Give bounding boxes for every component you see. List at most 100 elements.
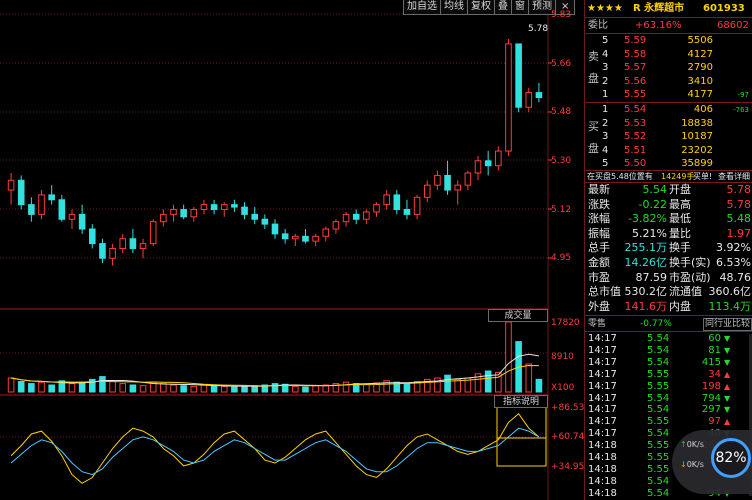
buy-level-2[interactable]: 2 5.53 18838 — [585, 117, 752, 131]
candle-body — [261, 218, 269, 225]
stock-name[interactable]: R 永辉超市 — [633, 2, 684, 16]
up-arrow-icon: ▲ — [724, 369, 731, 379]
level-price: 5.54 — [624, 104, 647, 115]
buy-level-3[interactable]: 3 5.52 10187 — [585, 130, 752, 144]
tick-row[interactable]: 14:17 5.54 415 ▼ — [585, 357, 752, 369]
download-speed: ↓0K/s — [680, 460, 704, 469]
tick-volume: 198 — [701, 380, 721, 392]
quote-label: 振幅 — [588, 226, 610, 240]
tick-volume: 60 — [708, 333, 721, 344]
add-watchlist-button[interactable]: 加自选 — [403, 0, 441, 15]
candle-body — [535, 92, 543, 98]
tick-row[interactable]: 14:17 5.55 97 ▲ — [585, 416, 752, 428]
level-price: 5.55 — [624, 89, 647, 101]
download-speed-value: 0K/s — [686, 460, 704, 469]
quote-label: 内盘 — [669, 299, 691, 313]
candle-body — [342, 213, 350, 223]
tick-time: 14:17 — [588, 392, 617, 404]
level-price: 5.51 — [624, 144, 647, 156]
tick-row[interactable]: 14:17 5.54 60 ▼ — [585, 333, 752, 345]
sell-level-5[interactable]: 5 5.59 5506 — [585, 34, 752, 48]
indicator-tick: +34.95 — [551, 462, 585, 472]
volume-bar — [444, 374, 451, 393]
tick-time: 14:18 — [588, 475, 617, 487]
tick-row[interactable]: 14:17 5.54 81 ▼ — [585, 345, 752, 357]
window-button[interactable]: 窗 — [511, 0, 529, 15]
memory-usage-indicator[interactable]: 82% — [711, 438, 751, 478]
volume-bar — [210, 385, 218, 393]
volume-bar — [220, 385, 228, 393]
tick-time: 14:17 — [588, 416, 617, 428]
volume-bar — [170, 384, 177, 393]
overlay-button[interactable]: 叠 — [494, 0, 512, 15]
down-arrow-icon: ▼ — [724, 345, 731, 355]
candle-body — [129, 238, 137, 249]
level-number: 2 — [602, 117, 609, 129]
level-volume: 4177 — [687, 89, 713, 101]
level-volume: 10187 — [681, 131, 713, 143]
volume-tab[interactable]: 成交量 — [488, 309, 548, 322]
kline-chart[interactable] — [0, 0, 584, 500]
candle-body — [292, 235, 299, 240]
quote-row: 外盘 141.6万 内盘 113.4万 — [585, 300, 752, 314]
candle-body — [38, 194, 45, 215]
quote-value: 255.1万 — [624, 241, 668, 255]
volume-bar — [200, 384, 208, 393]
volume-bar — [119, 383, 127, 393]
quote-row: 金额 14.26亿 换手(实) 6.53% — [585, 256, 752, 270]
adjust-price-button[interactable]: 复权 — [467, 0, 495, 15]
indicator-tick: +60.74 — [551, 432, 585, 442]
sell-level-3[interactable]: 3 5.57 2790 — [585, 61, 752, 75]
volume-bar — [48, 384, 55, 393]
volume-bar — [38, 381, 45, 393]
quote-value: 48.76 — [719, 270, 752, 284]
level-volume: 3410 — [687, 75, 713, 87]
price-tick: 5.83 — [551, 10, 572, 20]
tick-row[interactable]: 14:17 5.55 198 ▲ — [585, 381, 752, 393]
level-volume: 18838 — [681, 117, 713, 129]
quote-label: 市盈 — [588, 270, 610, 284]
candle-body — [220, 204, 228, 211]
kline-chart-area[interactable]: 加自选 均线 复权 叠 窗 预测 × 5.83 5.66 5.48 5.30 5… — [0, 0, 584, 500]
price-tick: 5.30 — [551, 156, 572, 166]
volume-bar — [160, 383, 167, 393]
tick-time: 14:17 — [588, 344, 617, 356]
candle-body — [241, 206, 248, 215]
candle-body — [251, 213, 258, 220]
candle-body — [423, 184, 431, 198]
sector-name[interactable]: 零售 — [588, 317, 606, 331]
candle-body — [474, 160, 482, 174]
buy-level-1[interactable]: 1 5.54 406 -763 — [585, 103, 752, 117]
quote-value: 14.26亿 — [624, 256, 668, 269]
tick-row[interactable]: 14:17 5.55 34 ▲ — [585, 369, 752, 381]
sell-level-1[interactable]: 1 5.55 4177 -97 — [585, 88, 752, 102]
tick-row[interactable]: 14:17 5.54 297 ▼ — [585, 404, 752, 416]
volume-bar — [484, 370, 492, 393]
industry-compare-button[interactable]: 同行业比较 — [703, 318, 752, 331]
quote-value: 360.6亿 — [708, 285, 752, 299]
candle-body — [190, 209, 198, 218]
candle-body — [48, 194, 55, 201]
candle-body — [68, 213, 76, 220]
indicator-info-tab[interactable]: 指标说明 — [494, 395, 548, 408]
tick-volume: 297 — [701, 404, 721, 416]
buy-level-4[interactable]: 4 5.51 23202 — [585, 144, 752, 158]
sell-level-2[interactable]: 2 5.56 3410 — [585, 75, 752, 89]
tick-price: 5.54 — [647, 404, 670, 416]
tick-row[interactable]: 14:17 5.54 794 ▼ — [585, 393, 752, 405]
candle-body — [393, 194, 401, 211]
peak-price-label: 5.78 — [528, 24, 549, 34]
sector-pct: -0.77% — [640, 319, 672, 329]
moving-average-button[interactable]: 均线 — [440, 0, 468, 15]
sell-level-4[interactable]: 4 5.58 4127 — [585, 48, 752, 62]
volume-bar — [525, 363, 533, 393]
quote-label: 涨幅 — [588, 212, 610, 226]
candle-body — [505, 43, 512, 152]
tick-volume: 81 — [708, 344, 721, 356]
down-arrow-icon: ▼ — [724, 393, 731, 403]
candle-body — [119, 238, 127, 249]
candle-body — [17, 179, 25, 206]
level-volume: 23202 — [681, 144, 713, 156]
quote-label: 开盘 — [669, 183, 691, 196]
stock-header: ★★★★ R 永辉超市 601933 — [585, 2, 752, 16]
